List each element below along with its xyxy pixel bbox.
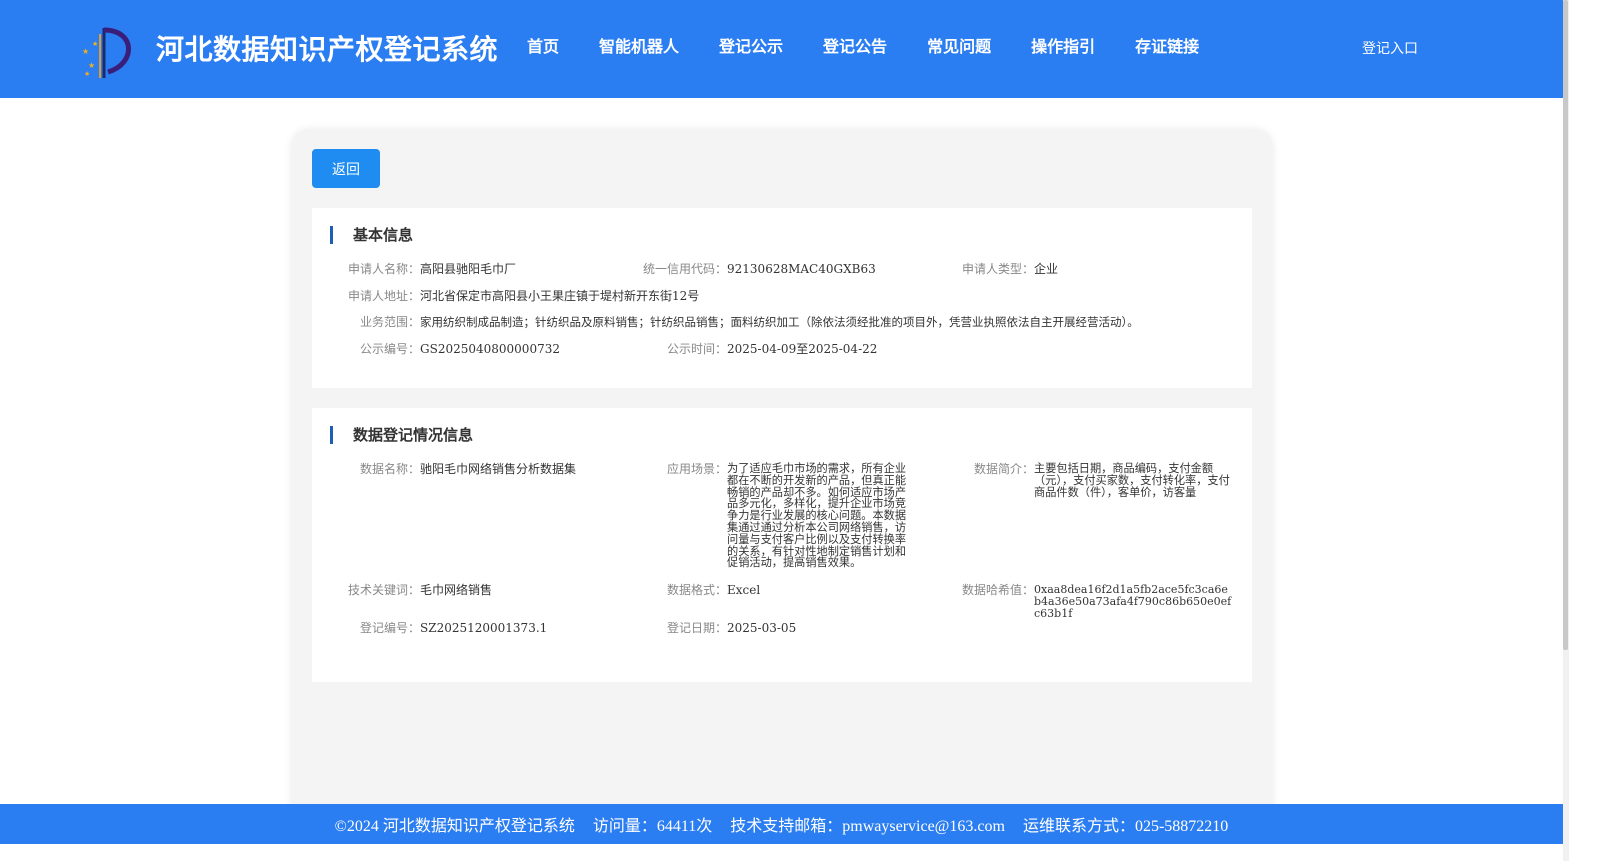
format-value: Excel	[727, 583, 761, 597]
scrollbar-thumb[interactable]	[1563, 0, 1568, 650]
top-header: ★ ★ ★ ★ 河北数据知识产权登记系统 首页 智能机器人 登记公示 登记公告 …	[0, 0, 1563, 98]
scope-label: 业务范围：	[360, 315, 421, 329]
scope-field: 业务范围： 家用纺织制成品制造；针纺织品及原料销售；针纺织品销售；面料纺织加工（…	[360, 316, 1139, 328]
nav-registration-publicity[interactable]: 登记公示	[719, 35, 783, 59]
reg-no-value: SZ2025120001373.1	[420, 621, 548, 635]
hash-label: 数据哈希值：	[962, 583, 1035, 597]
data-name-label: 数据名称：	[360, 462, 421, 476]
address-label: 申请人地址：	[348, 289, 421, 303]
nav-home[interactable]: 首页	[527, 35, 559, 59]
footer-email: 技术支持邮箱：pmwayservice@163.com	[730, 818, 1005, 835]
notice-no-label: 公示编号：	[360, 342, 421, 356]
scenario-label: 应用场景：	[667, 462, 728, 476]
svg-text:★: ★	[82, 47, 89, 56]
logo-icon: ★ ★ ★ ★	[82, 27, 131, 78]
basic-info-title: 基本信息	[330, 226, 413, 244]
footer-visits: 访问量：64411次	[592, 818, 713, 835]
applicant-type-value: 企业	[1034, 262, 1059, 276]
svg-text:★: ★	[92, 40, 98, 48]
scenario-field: 应用场景： 为了适应毛巾市场的需求，所有企业都在不断的开发新的产品，但真正能畅销…	[667, 463, 917, 569]
data-name-value: 驰阳毛巾网络销售分析数据集	[420, 462, 577, 476]
applicant-name-field: 申请人名称： 高阳县驰阳毛巾厂	[348, 263, 516, 275]
nav-smart-robot[interactable]: 智能机器人	[599, 35, 679, 59]
nav-faq[interactable]: 常见问题	[927, 35, 991, 59]
basic-info-card: 基本信息 申请人名称： 高阳县驰阳毛巾厂 统一信用代码： 92130628MAC…	[312, 208, 1252, 388]
nav-registration-announcement[interactable]: 登记公告	[823, 35, 887, 59]
main-nav: 首页 智能机器人 登记公示 登记公告 常见问题 操作指引 存证链接	[527, 35, 1239, 59]
scenario-value: 为了适应毛巾市场的需求，所有企业都在不断的开发新的产品，但真正能畅销的产品却不多…	[727, 462, 907, 570]
reg-date-label: 登记日期：	[667, 621, 728, 635]
footer-phone: 运维联系方式：025-58872210	[1022, 818, 1229, 835]
scope-value: 家用纺织制成品制造；针纺织品及原料销售；针纺织品销售；面料纺织加工（除依法须经批…	[420, 315, 1139, 329]
address-field: 申请人地址： 河北省保定市高阳县小王果庄镇于堤村新开东街12号	[348, 290, 699, 302]
data-registration-card: 数据登记情况信息 数据名称： 驰阳毛巾网络销售分析数据集 应用场景： 为了适应毛…	[312, 408, 1252, 682]
back-button[interactable]: 返回	[312, 149, 380, 188]
footer-copyright: ©2024 河北数据知识产权登记系统	[334, 818, 575, 835]
credit-code-field: 统一信用代码： 92130628MAC40GXB63	[643, 263, 876, 275]
summary-field: 数据简介： 主要包括日期，商品编码，支付金额（元），支付买家数，支付转化率，支付…	[974, 462, 1230, 499]
summary-value: 主要包括日期，商品编码，支付金额（元），支付买家数，支付转化率，支付商品件数（件…	[1034, 462, 1230, 499]
applicant-type-label: 申请人类型：	[962, 262, 1035, 276]
notice-time-value: 2025-04-09至2025-04-22	[727, 342, 878, 356]
hash-field: 数据哈希值： 0xaa8dea16f2d1a5fb2ace5fc3ca6eb4a…	[962, 583, 1234, 620]
site-title[interactable]: 河北数据知识产权登记系统	[156, 28, 498, 68]
reg-date-value: 2025-03-05	[727, 621, 797, 635]
credit-code-value: 92130628MAC40GXB63	[727, 262, 876, 276]
summary-label: 数据简介：	[974, 462, 1035, 476]
notice-time-label: 公示时间：	[667, 342, 728, 356]
nav-evidence-link[interactable]: 存证链接	[1135, 35, 1199, 59]
credit-code-label: 统一信用代码：	[643, 262, 728, 276]
keywords-value: 毛巾网络销售	[420, 583, 493, 597]
data-name-field: 数据名称： 驰阳毛巾网络销售分析数据集	[360, 463, 576, 475]
notice-no-value: GS2025040800000732	[420, 342, 560, 356]
reg-no-label: 登记编号：	[360, 621, 421, 635]
keywords-field: 技术关键词： 毛巾网络销售	[348, 584, 492, 596]
bottom-strip	[0, 844, 1563, 861]
svg-text:★: ★	[88, 61, 95, 70]
hash-value: 0xaa8dea16f2d1a5fb2ace5fc3ca6eb4a36e50a7…	[1034, 583, 1232, 620]
applicant-name-label: 申请人名称：	[348, 262, 421, 276]
reg-no-field: 登记编号： SZ2025120001373.1	[360, 622, 547, 634]
nav-operation-guide[interactable]: 操作指引	[1031, 35, 1095, 59]
svg-text:★: ★	[84, 70, 90, 78]
notice-no-field: 公示编号： GS2025040800000732	[360, 343, 560, 355]
format-label: 数据格式：	[667, 583, 728, 597]
keywords-label: 技术关键词：	[348, 583, 421, 597]
applicant-type-field: 申请人类型： 企业	[962, 263, 1058, 275]
reg-date-field: 登记日期： 2025-03-05	[667, 622, 796, 634]
address-value: 河北省保定市高阳县小王果庄镇于堤村新开东街12号	[420, 289, 700, 303]
notice-time-field: 公示时间： 2025-04-09至2025-04-22	[667, 343, 877, 355]
footer: ©2024 河北数据知识产权登记系统 访问量：64411次 技术支持邮箱：pmw…	[0, 804, 1563, 844]
applicant-name-value: 高阳县驰阳毛巾厂	[420, 262, 517, 276]
format-field: 数据格式： Excel	[667, 584, 760, 596]
login-link[interactable]: 登记入口	[1362, 38, 1418, 58]
data-registration-title: 数据登记情况信息	[330, 426, 473, 444]
